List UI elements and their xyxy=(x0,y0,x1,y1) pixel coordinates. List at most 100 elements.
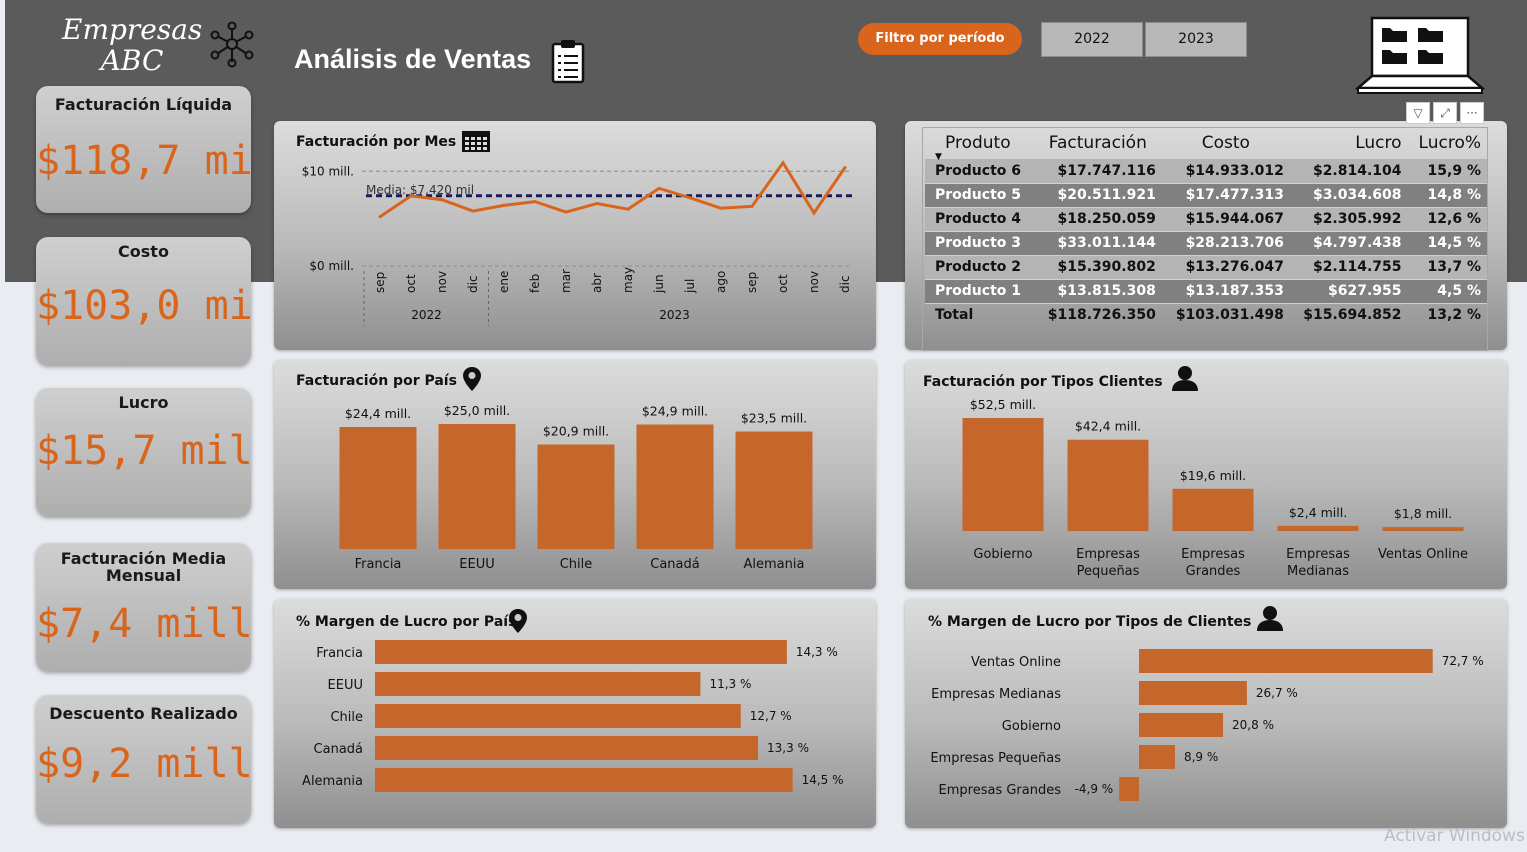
bar[interactable] xyxy=(375,640,787,664)
category-label: Chile xyxy=(330,710,363,725)
category-label: Francia xyxy=(316,646,363,661)
bar[interactable] xyxy=(1382,527,1464,531)
bar[interactable] xyxy=(636,424,714,550)
kpi-card-facturacion[interactable]: Facturación Líquida $118,7 mill. xyxy=(36,86,251,213)
table-cell: $17.747.116 xyxy=(1033,159,1162,184)
panel-facturacion-pais[interactable]: Facturación por País $24,4 mill. Francia $… xyxy=(274,360,876,589)
data-label: 8,9 % xyxy=(1184,750,1218,764)
bar[interactable] xyxy=(1119,777,1139,801)
data-point xyxy=(626,207,630,211)
period-filter-button[interactable]: Filtro por período xyxy=(858,23,1022,55)
kpi-value: $103,0 mill. xyxy=(36,283,251,329)
year-2022-button[interactable]: 2022 xyxy=(1041,22,1143,57)
x-tick-label: ene xyxy=(497,271,511,293)
category-label: Chile xyxy=(560,557,593,572)
x-tick-label: nov xyxy=(807,271,821,293)
category-label: Empresas Pequeñas xyxy=(930,751,1061,766)
panel-facturacion-clientes[interactable]: Facturación por Tipos Clientes $52,5 mil… xyxy=(905,360,1507,589)
table-row[interactable]: Producto 3 $33.011.144 $28.213.706 $4.797.4… xyxy=(925,231,1487,256)
category-label: Ventas Online xyxy=(971,655,1061,670)
table-cell: $13.187.353 xyxy=(1161,279,1290,304)
category-label: Empresas Medianas xyxy=(931,687,1061,702)
kpi-card-costo[interactable]: Costo $103,0 mill. xyxy=(36,237,251,365)
kpi-card-lucro[interactable]: Lucro $15,7 mill. xyxy=(36,388,251,516)
x-tick-label: jul xyxy=(683,279,697,294)
table-row[interactable]: Producto 1 $13.815.308 $13.187.353 $627.955… xyxy=(925,279,1487,304)
table-cell: $103.031.498 xyxy=(1175,307,1284,324)
kpi-value: $15,7 mill. xyxy=(36,428,251,474)
filter-icon[interactable]: ▽ xyxy=(1406,102,1430,124)
table-cell: $20.511.921 xyxy=(1033,183,1162,208)
y-tick-label: $10 mill. xyxy=(302,164,354,178)
x-tick-label: dic xyxy=(466,275,480,293)
table-cell: $15.944.067 xyxy=(1161,207,1290,232)
more-options-icon[interactable]: ··· xyxy=(1460,102,1484,124)
data-label: $25,0 mill. xyxy=(444,403,510,418)
table-cell: Producto 5 xyxy=(925,183,1034,208)
table-row[interactable]: Producto 5 $20.511.921 $17.477.313 $3.034.6… xyxy=(925,183,1487,208)
bar[interactable] xyxy=(339,427,417,549)
panel-facturacion-mes[interactable]: Facturación por Mes $0 mill. $10 mill. Med… xyxy=(274,121,876,350)
table-row[interactable]: Producto 2 $15.390.802 $13.276.047 $2.114.7… xyxy=(925,255,1487,280)
x-group-label: 2023 xyxy=(659,308,690,322)
category-label: Francia xyxy=(355,557,402,572)
panel-margen-clientes[interactable]: % Margen de Lucro por Tipos de Clientes … xyxy=(905,599,1507,828)
laptop-folders-icon xyxy=(1355,16,1485,94)
table-cell: 4,5 % xyxy=(1407,279,1487,304)
bar[interactable] xyxy=(1139,681,1247,705)
hbar-chart: Ventas Online 72,7 % Empresas Medianas 26,7… xyxy=(930,649,1484,801)
bar[interactable] xyxy=(1139,713,1224,737)
column-header[interactable]: Costo xyxy=(1162,128,1290,159)
data-point xyxy=(440,198,444,202)
table-cell: 12,6 % xyxy=(1407,207,1487,232)
data-label: $20,9 mill. xyxy=(543,424,609,439)
kpi-value: $7,4 mill. xyxy=(36,601,251,647)
table-cell: $118.726.350 xyxy=(1047,307,1156,324)
bar[interactable] xyxy=(735,431,813,550)
bar[interactable] xyxy=(1277,525,1359,531)
bar[interactable] xyxy=(1139,745,1175,769)
column-header[interactable]: Lucro% xyxy=(1408,128,1487,159)
category-label: Empresas xyxy=(1076,547,1140,562)
x-tick-label: oct xyxy=(404,274,418,293)
bar[interactable] xyxy=(375,736,759,760)
kpi-card-descuento[interactable]: Descuento Realizado $9,2 mill. xyxy=(36,695,251,823)
bar-chart: $52,5 mill. Gobierno $42,4 mill. Empresas Pe… xyxy=(962,397,1468,579)
table-cell: $3.034.608 xyxy=(1289,183,1408,208)
kpi-card-facturacion-media[interactable]: Facturación Media Mensual $7,4 mill. xyxy=(36,543,251,671)
bar[interactable] xyxy=(1139,649,1433,673)
data-point xyxy=(781,161,785,165)
bar[interactable] xyxy=(962,418,1044,531)
column-header[interactable]: Produto ▼ xyxy=(925,128,1034,162)
data-label: 20,8 % xyxy=(1232,718,1274,732)
bar[interactable] xyxy=(537,444,615,550)
category-label: Grandes xyxy=(1186,564,1241,579)
data-label: 26,7 % xyxy=(1256,686,1298,700)
data-point xyxy=(409,194,413,198)
column-header[interactable]: Lucro xyxy=(1290,128,1408,159)
bar[interactable] xyxy=(375,672,701,696)
column-header[interactable]: Facturación xyxy=(1034,128,1162,159)
year-2023-button[interactable]: 2023 xyxy=(1145,22,1247,57)
focus-mode-icon[interactable]: ⤢ xyxy=(1433,102,1457,124)
data-label: $52,5 mill. xyxy=(970,397,1036,412)
table-cell: $13.276.047 xyxy=(1161,255,1290,280)
data-point xyxy=(719,206,723,210)
panel-margen-pais[interactable]: % Margen de Lucro por País Francia 14,3 %… xyxy=(274,599,876,828)
table-cell: $17.477.313 xyxy=(1161,183,1290,208)
bar[interactable] xyxy=(1172,488,1254,531)
table-cell: $2.114.755 xyxy=(1289,255,1408,280)
table-row[interactable]: Producto 6 $17.747.116 $14.933.012 $2.814.1… xyxy=(925,159,1487,184)
table-cell: $28.213.706 xyxy=(1161,231,1290,256)
bar[interactable] xyxy=(375,768,793,792)
bar[interactable] xyxy=(1067,439,1149,531)
data-label: $23,5 mill. xyxy=(741,411,807,426)
page-title: Análisis de Ventas xyxy=(294,44,532,74)
data-point xyxy=(750,204,754,208)
table-total-row: Total $118.726.350 $103.031.498 $15.694.852… xyxy=(925,303,1487,327)
bar[interactable] xyxy=(438,424,516,549)
data-label: 14,3 % xyxy=(796,645,838,659)
x-tick-label: sep xyxy=(745,272,759,293)
table-row[interactable]: Producto 4 $18.250.059 $15.944.067 $2.305.9… xyxy=(925,207,1487,232)
bar[interactable] xyxy=(375,704,741,728)
